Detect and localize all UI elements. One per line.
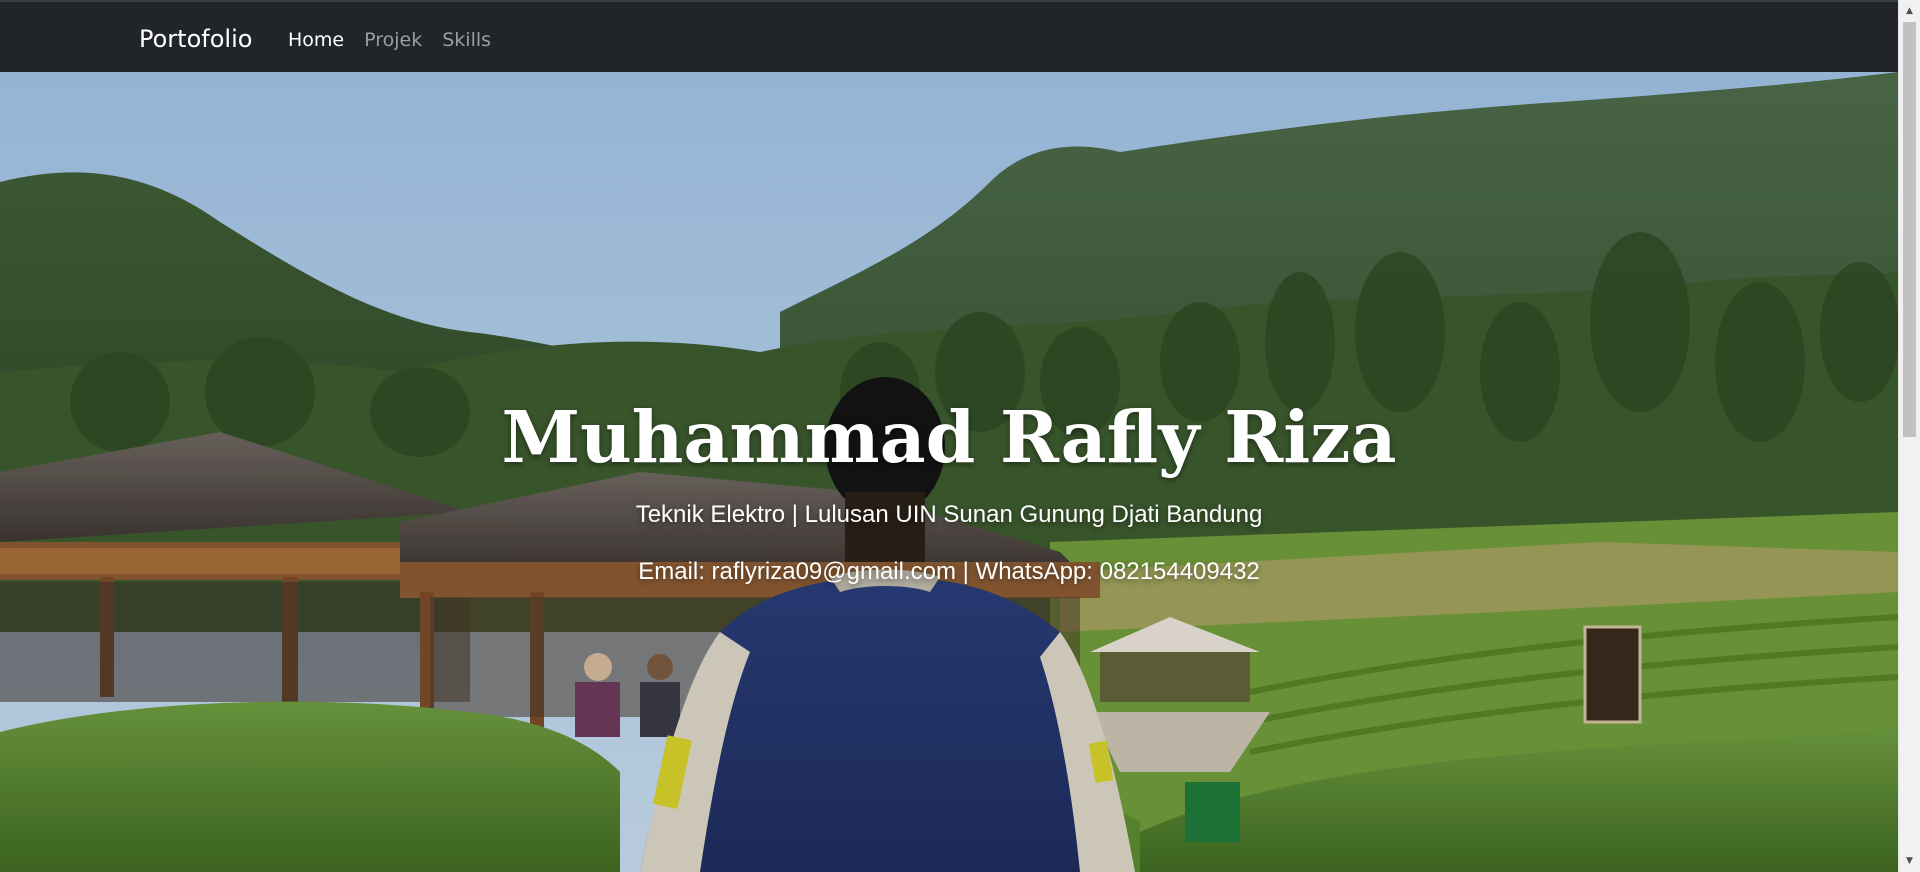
hero-subtitle: Teknik Elektro | Lulusan UIN Sunan Gunun… (635, 501, 1263, 528)
vertical-scrollbar[interactable]: ▲ ▼ (1898, 0, 1920, 872)
scrollbar-thumb[interactable] (1903, 22, 1916, 437)
hero-title: Muhammad Rafly Riza (501, 395, 1397, 479)
page-viewport: Portofolio Home Projek Skills Muhammad R… (0, 0, 1898, 872)
navbar-brand[interactable]: Portofolio (139, 24, 252, 54)
scroll-down-arrow-icon[interactable]: ▼ (1899, 852, 1920, 870)
nav-link-projek[interactable]: Projek (354, 28, 432, 52)
hero-section: Muhammad Rafly Riza Teknik Elektro | Lul… (0, 72, 1898, 872)
hero-contact: Email: raflyriza09@gmail.com | WhatsApp:… (638, 558, 1260, 585)
scroll-up-arrow-icon[interactable]: ▲ (1899, 2, 1920, 20)
top-navbar: Portofolio Home Projek Skills (0, 0, 1898, 72)
nav-link-skills[interactable]: Skills (432, 28, 501, 52)
nav-link-home[interactable]: Home (278, 28, 354, 52)
nav-links: Home Projek Skills (278, 28, 501, 52)
